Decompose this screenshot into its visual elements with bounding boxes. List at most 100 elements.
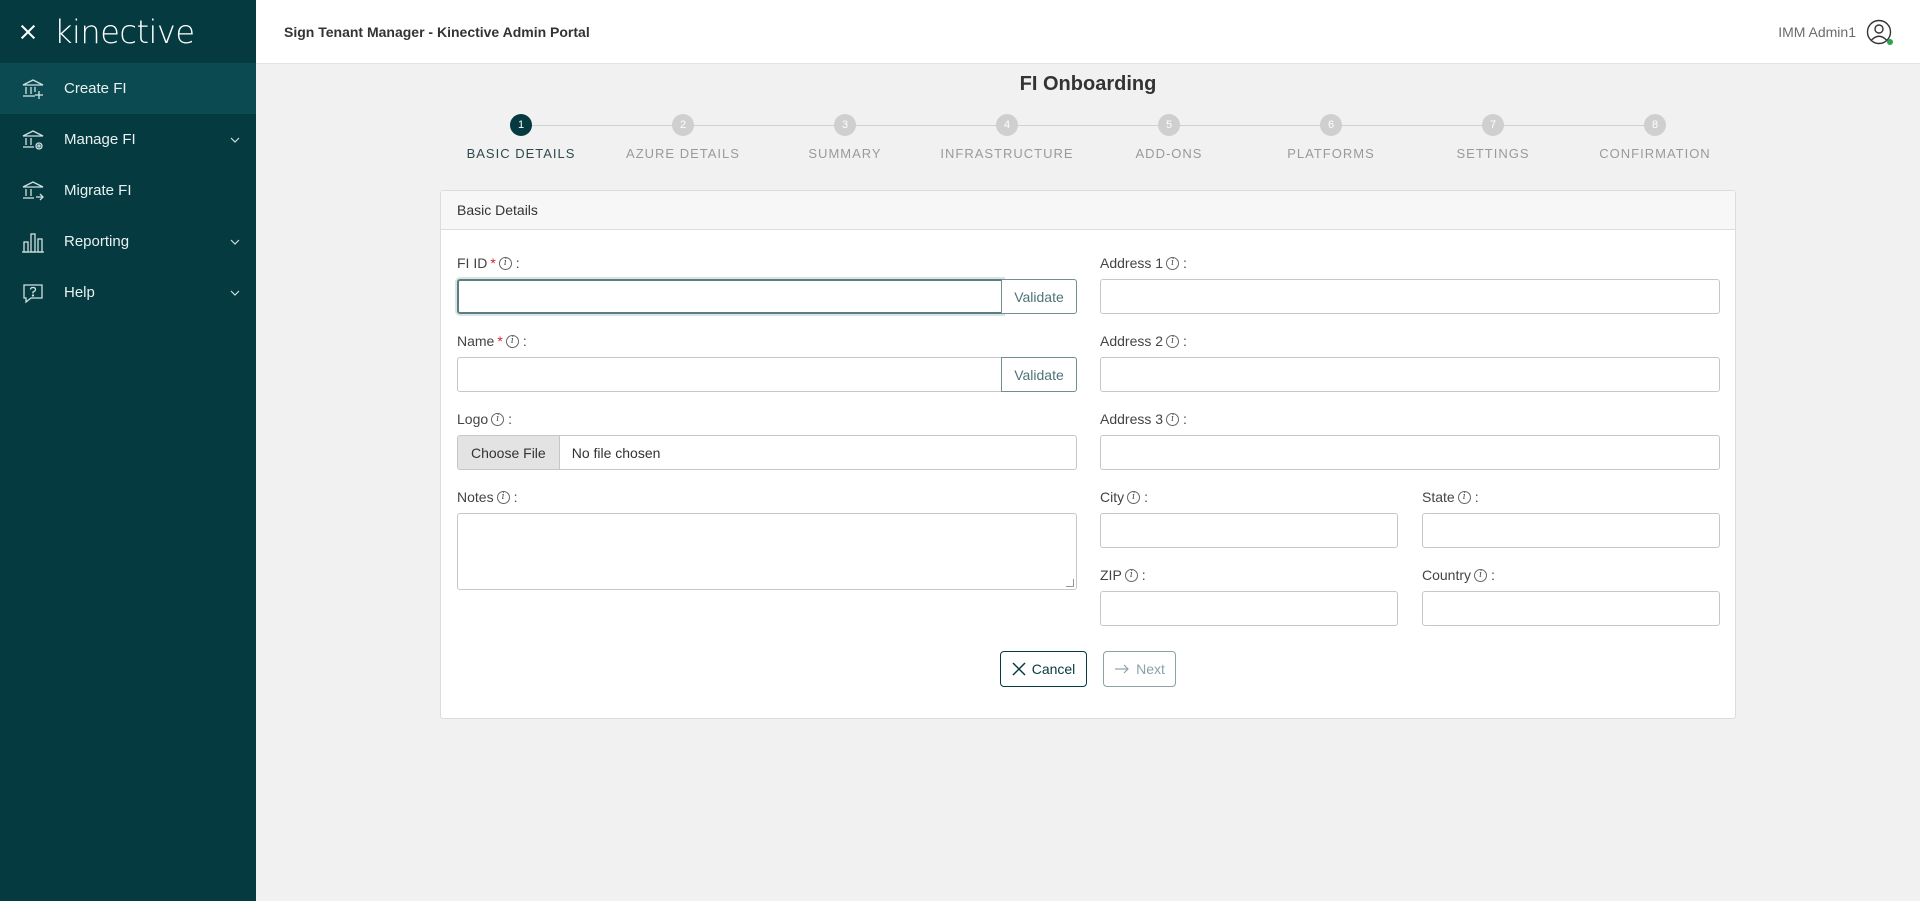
field-label: City <box>1100 489 1125 505</box>
fi-id-label: FI ID * i : <box>457 255 520 271</box>
fi-id-input[interactable] <box>457 279 1003 314</box>
step-label: SUMMARY <box>808 146 882 161</box>
next-button[interactable]: Next <box>1103 651 1176 687</box>
card-header: Basic Details <box>441 191 1735 230</box>
next-button-label: Next <box>1136 661 1165 677</box>
sidebar-item-help[interactable]: Help <box>0 267 256 318</box>
address1-input[interactable] <box>1100 279 1720 314</box>
top-bar: Sign Tenant Manager - Kinective Admin Po… <box>256 0 1920 64</box>
notes-textarea[interactable] <box>457 513 1077 590</box>
state-label: State i : <box>1422 489 1479 505</box>
app-title: Sign Tenant Manager - Kinective Admin Po… <box>284 23 590 40</box>
online-status-dot <box>1887 38 1893 45</box>
field-label: Country <box>1422 567 1472 583</box>
address1-label: Address 1 i : <box>1100 255 1187 271</box>
sidebar-item-reporting[interactable]: Reporting <box>0 216 256 267</box>
info-icon[interactable]: i <box>498 256 512 270</box>
help-icon <box>20 280 46 306</box>
logo-file-input[interactable]: Choose File No file chosen <box>457 435 1077 470</box>
step-confirmation[interactable]: 8 CONFIRMATION <box>1574 114 1736 161</box>
step-add-ons[interactable]: 5 ADD-ONS <box>1088 114 1250 161</box>
required-mark: * <box>497 333 503 349</box>
field-label: ZIP <box>1100 567 1122 583</box>
step-platforms[interactable]: 6 PLATFORMS <box>1250 114 1412 161</box>
step-number: 4 <box>996 114 1018 136</box>
field-label: FI ID <box>457 255 488 271</box>
name-label: Name * i : <box>457 333 527 349</box>
state-input[interactable] <box>1422 513 1720 548</box>
choose-file-button[interactable]: Choose File <box>458 436 560 469</box>
bar-chart-icon <box>20 229 46 255</box>
field-label: State <box>1422 489 1455 505</box>
sidebar: kinective Create FI Manage FI Migrate FI… <box>0 0 256 901</box>
field-label: Name <box>457 333 495 349</box>
logo-label: Logo i : <box>457 411 513 427</box>
step-label: ADD-ONS <box>1135 146 1203 161</box>
step-summary[interactable]: 3 SUMMARY <box>764 114 926 161</box>
city-input[interactable] <box>1100 513 1398 548</box>
info-icon[interactable]: i <box>1127 490 1141 504</box>
info-icon[interactable]: i <box>1166 412 1180 426</box>
sidebar-item-label: Help <box>64 284 95 301</box>
validate-name-button[interactable]: Validate <box>1001 357 1077 392</box>
notes-label: Notes i : <box>457 489 518 505</box>
info-icon[interactable]: i <box>1457 490 1471 504</box>
chevron-down-icon <box>230 239 240 245</box>
field-label: Address 1 <box>1100 255 1164 271</box>
bank-settings-icon <box>20 127 46 153</box>
validate-fi-id-button[interactable]: Validate <box>1001 279 1077 314</box>
sidebar-item-label: Reporting <box>64 233 130 250</box>
required-mark: * <box>490 255 496 271</box>
kinective-logo: kinective <box>54 12 195 51</box>
chevron-down-icon <box>230 290 240 296</box>
step-label: AZURE DETAILS <box>626 146 740 161</box>
step-number: 5 <box>1158 114 1180 136</box>
step-infrastructure[interactable]: 4 INFRASTRUCTURE <box>926 114 1088 161</box>
chevron-down-icon <box>230 137 240 143</box>
close-icon[interactable] <box>20 24 36 40</box>
sidebar-item-label: Migrate FI <box>64 182 132 199</box>
resize-handle-icon[interactable] <box>1066 579 1074 587</box>
step-azure-details[interactable]: 2 AZURE DETAILS <box>602 114 764 161</box>
info-icon[interactable]: i <box>1474 568 1488 582</box>
file-status-text: No file chosen <box>571 444 661 461</box>
step-number: 3 <box>834 114 856 136</box>
step-label: CONFIRMATION <box>1599 146 1711 161</box>
info-icon[interactable]: i <box>1166 334 1180 348</box>
address3-input[interactable] <box>1100 435 1720 470</box>
cancel-button[interactable]: Cancel <box>1000 651 1087 687</box>
step-number: 6 <box>1320 114 1342 136</box>
country-input[interactable] <box>1422 591 1720 626</box>
sidebar-item-label: Manage FI <box>64 131 136 148</box>
city-label: City i : <box>1100 489 1149 505</box>
field-label: Notes <box>457 489 494 505</box>
info-icon[interactable]: i <box>491 412 505 426</box>
user-name[interactable]: IMM Admin1 <box>1778 24 1856 40</box>
country-label: Country i : <box>1422 567 1495 583</box>
basic-details-card: Basic Details FI ID * i : Validate Name … <box>440 190 1736 719</box>
name-input[interactable] <box>457 357 1003 392</box>
field-label: Logo <box>457 411 489 427</box>
step-basic-details[interactable]: 1 BASIC DETAILS <box>440 114 602 161</box>
sidebar-item-manage-fi[interactable]: Manage FI <box>0 114 256 165</box>
info-icon[interactable]: i <box>1124 568 1138 582</box>
user-avatar-icon[interactable] <box>1866 19 1893 45</box>
sidebar-item-create-fi[interactable]: Create FI <box>0 63 256 114</box>
zip-input[interactable] <box>1100 591 1398 626</box>
step-label: SETTINGS <box>1456 146 1530 161</box>
field-label: Address 3 <box>1100 411 1164 427</box>
arrow-right-icon <box>1114 664 1130 674</box>
info-icon[interactable]: i <box>496 490 510 504</box>
address2-input[interactable] <box>1100 357 1720 392</box>
info-icon[interactable]: i <box>505 334 519 348</box>
sidebar-header: kinective <box>0 0 256 63</box>
info-icon[interactable]: i <box>1166 256 1180 270</box>
sidebar-item-migrate-fi[interactable]: Migrate FI <box>0 165 256 216</box>
cancel-button-label: Cancel <box>1031 661 1076 677</box>
step-label: PLATFORMS <box>1287 146 1375 161</box>
step-number: 7 <box>1482 114 1504 136</box>
step-number: 1 <box>510 114 532 136</box>
step-number: 2 <box>672 114 694 136</box>
zip-label: ZIP i : <box>1100 567 1146 583</box>
step-settings[interactable]: 7 SETTINGS <box>1412 114 1574 161</box>
